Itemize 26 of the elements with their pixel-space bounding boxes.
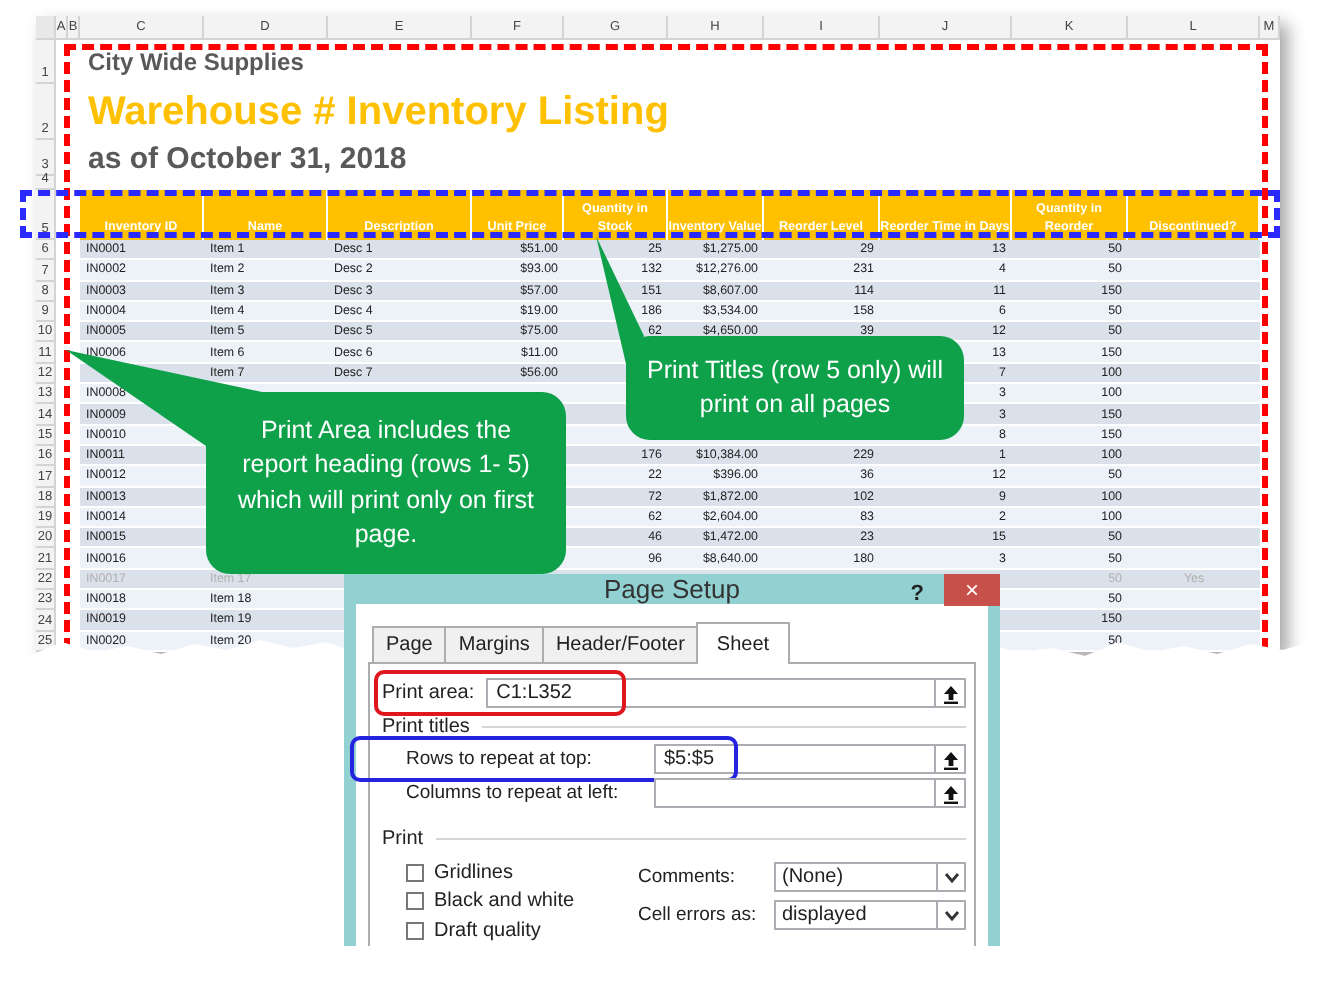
checkbox-label: Draft quality <box>434 919 541 942</box>
dropdown[interactable]: displayed <box>774 900 966 930</box>
help-button[interactable]: ? <box>910 582 924 606</box>
tab[interactable]: Header/Footer <box>541 626 699 662</box>
tab[interactable]: Page <box>372 626 447 662</box>
field-label: Cell errors as: <box>638 904 759 926</box>
field-label: Rows to repeat at top: <box>404 748 594 770</box>
tab[interactable]: Sheet <box>696 622 790 664</box>
tab[interactable]: Margins <box>444 626 544 662</box>
field-label: Columns to repeat at left: <box>404 782 621 804</box>
callout-text: Print Titles (row 5 only) will print on all pages <box>645 353 945 422</box>
input-field[interactable]: $5:$5 <box>654 744 966 774</box>
section-heading: Print <box>382 827 424 849</box>
section-heading: Print titles <box>382 715 470 737</box>
input-field[interactable]: C1:L352 <box>486 678 966 708</box>
field-label: Comments: <box>638 866 738 888</box>
company-name: City Wide Supplies <box>88 48 304 76</box>
callout-text: Print Area includes the report heading (rows 1- 5) which will print only on first page. <box>236 413 536 552</box>
field-label: Print area: <box>382 682 475 704</box>
checkbox-label: Black and white <box>434 890 575 913</box>
report-title: Warehouse # Inventory Listing <box>88 89 669 135</box>
report-date: as of October 31, 2018 <box>88 141 407 175</box>
close-button[interactable]: × <box>944 574 1000 606</box>
checkbox-label: Gridlines <box>434 861 513 884</box>
dropdown[interactable]: (None) <box>774 862 966 892</box>
dialog-title: Page Setup <box>604 574 740 604</box>
